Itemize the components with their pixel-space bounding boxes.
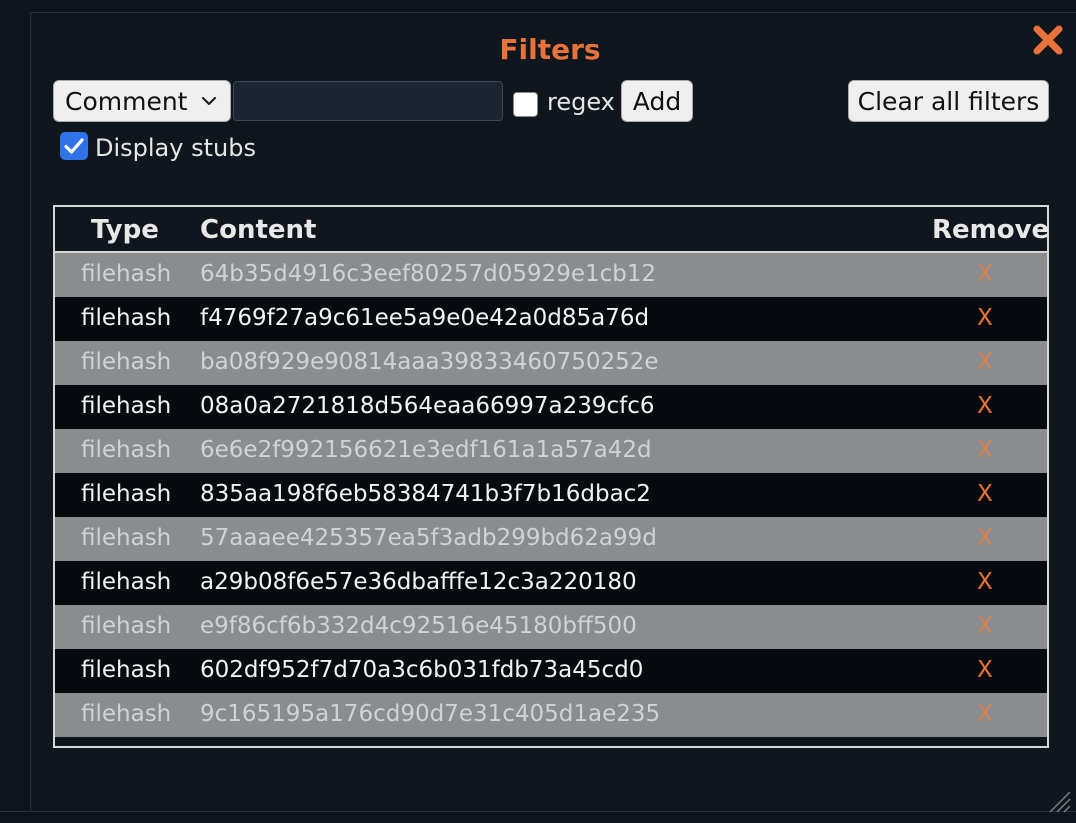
cell-content: 602df952f7d70a3c6b031fdb73a45cd0 (200, 657, 644, 683)
cell-type: filehash (81, 701, 172, 727)
dialog-title: Filters (499, 33, 601, 66)
remove-filter-button[interactable]: X (977, 569, 993, 595)
cell-type: filehash (81, 305, 172, 331)
cell-type: filehash (81, 261, 172, 287)
column-header-type: Type (91, 215, 159, 245)
table-row: filehash 6e6e2f992156621e3edf161a1a57a42d… (55, 429, 1047, 473)
remove-filter-button[interactable]: X (977, 261, 993, 287)
top-bar (0, 0, 1076, 13)
remove-filter-button[interactable]: X (977, 525, 993, 551)
remove-filter-button[interactable]: X (977, 305, 993, 331)
display-stubs-checkbox[interactable] (60, 132, 88, 160)
cell-content: e9f86cf6b332d4c92516e45180bff500 (200, 613, 637, 639)
table-row: filehash ba08f929e90814aaa39833460750252e… (55, 341, 1047, 385)
table-row: filehash 602df952f7d70a3c6b031fdb73a45cd0… (55, 649, 1047, 693)
cell-content: 835aa198f6eb58384741b3f7b16dbac2 (200, 481, 651, 507)
remove-filter-button[interactable]: X (977, 393, 993, 419)
cell-content: 08a0a2721818d564eaa66997a239cfc6 (200, 393, 655, 419)
cell-type: filehash (81, 569, 172, 595)
filters-table: Type Content Remove filehash 64b35d4916c3… (53, 205, 1049, 748)
cell-content: 57aaaee425357ea5f3adb299bd62a99d (200, 525, 657, 551)
display-stubs-label: Display stubs (95, 134, 256, 162)
table-row: filehash 57aaaee425357ea5f3adb299bd62a99d… (55, 517, 1047, 561)
table-row: filehash e9f86cf6b332d4c92516e45180bff500… (55, 605, 1047, 649)
table-row: filehash f4769f27a9c61ee5a9e0e42a0d85a76d… (55, 297, 1047, 341)
column-header-remove: Remove (932, 215, 1050, 245)
close-icon[interactable] (1030, 22, 1066, 58)
cell-content: f4769f27a9c61ee5a9e0e42a0d85a76d (200, 305, 650, 331)
table-row: filehash 08a0a2721818d564eaa66997a239cfc6… (55, 385, 1047, 429)
resize-handle-icon[interactable] (1044, 786, 1072, 814)
remove-filter-button[interactable]: X (977, 481, 993, 507)
regex-checkbox[interactable] (513, 92, 538, 117)
chevron-down-icon (201, 96, 217, 106)
remove-filter-button[interactable]: X (977, 657, 993, 683)
table-row: filehash 9c165195a176cd90d7e31c405d1ae235… (55, 693, 1047, 737)
cell-type: filehash (81, 349, 172, 375)
remove-filter-button[interactable]: X (977, 437, 993, 463)
remove-filter-button[interactable]: X (977, 349, 993, 375)
checkmark-icon (64, 138, 84, 154)
bottom-bar (0, 811, 1076, 823)
cell-content: 9c165195a176cd90d7e31c405d1ae235 (200, 701, 661, 727)
cell-type: filehash (81, 525, 172, 551)
table-row: filehash a29b08f6e57e36dbafffe12c3a220180… (55, 561, 1047, 605)
table-row: filehash 64b35d4916c3eef80257d05929e1cb12… (55, 253, 1047, 297)
cell-type: filehash (81, 657, 172, 683)
left-sidebar-edge (0, 12, 31, 822)
filter-text-input[interactable] (233, 81, 503, 121)
cell-type: filehash (81, 481, 172, 507)
table-header: Type Content Remove (55, 207, 1050, 253)
table-row: filehash 835aa198f6eb58384741b3f7b16dbac2… (55, 473, 1047, 517)
filter-type-select[interactable]: Comment (53, 80, 231, 122)
cell-type: filehash (81, 613, 172, 639)
add-filter-button[interactable]: Add (621, 80, 693, 122)
cell-content: ba08f929e90814aaa39833460750252e (200, 349, 659, 375)
clear-all-filters-button[interactable]: Clear all filters (848, 80, 1049, 122)
cell-content: a29b08f6e57e36dbafffe12c3a220180 (200, 569, 637, 595)
cell-type: filehash (81, 393, 172, 419)
cell-type: filehash (81, 437, 172, 463)
cell-content: 6e6e2f992156621e3edf161a1a57a42d (200, 437, 652, 463)
remove-filter-button[interactable]: X (977, 701, 993, 727)
filter-type-value: Comment (65, 86, 188, 116)
regex-label: regex (547, 88, 615, 116)
remove-filter-button[interactable]: X (977, 613, 993, 639)
cell-content: 64b35d4916c3eef80257d05929e1cb12 (200, 261, 657, 287)
column-header-content: Content (200, 215, 317, 245)
